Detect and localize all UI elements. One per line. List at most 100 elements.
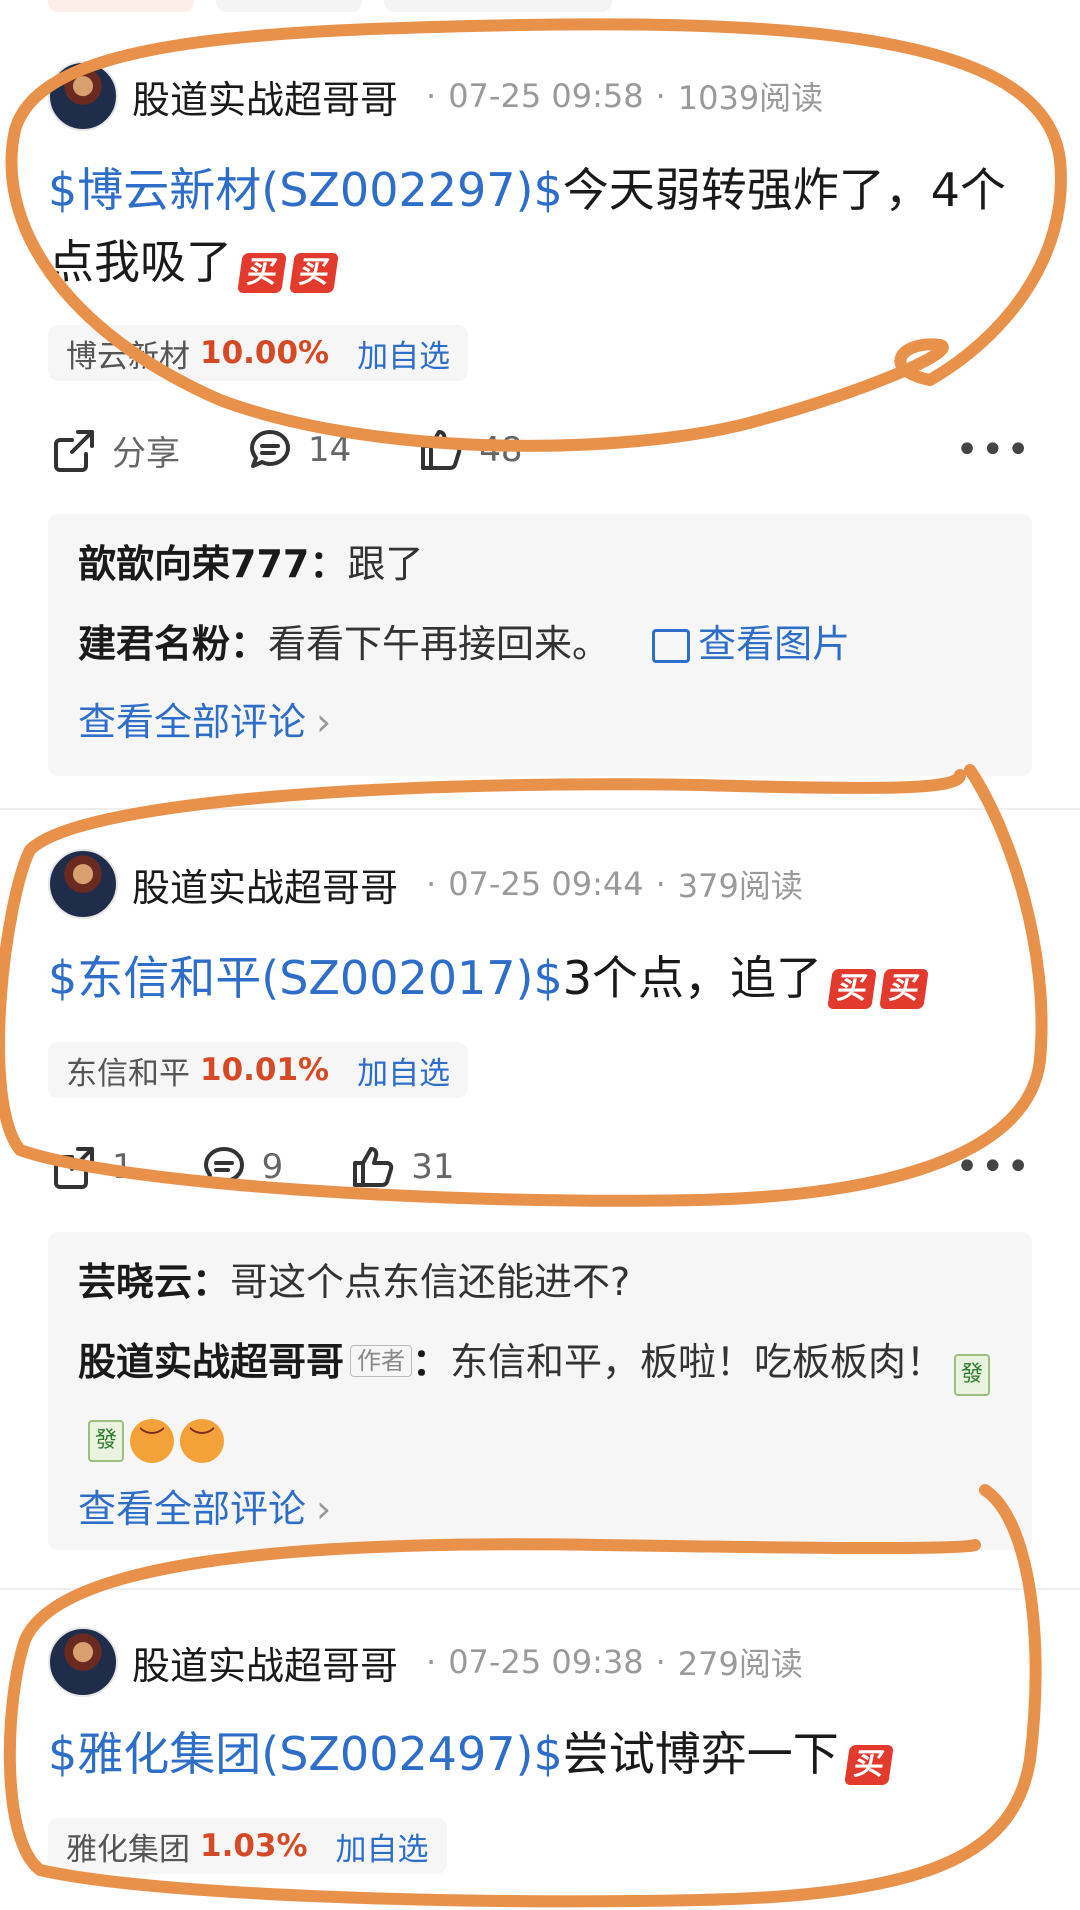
buy-emoji: 买: [843, 1745, 894, 1785]
stock-quote-card[interactable]: 东信和平 10.01% 加自选: [48, 1042, 469, 1098]
laughing-emoji: ︶: [130, 1419, 174, 1463]
post-meta: · 07-25 09:58 · 1039阅读: [414, 73, 823, 119]
post-text[interactable]: $雅化集团(SZ002497)$尝试博弈一下买: [48, 1718, 1028, 1790]
view-image-label: 查看图片: [698, 622, 851, 666]
comment-item[interactable]: 芸晓云：哥这个点东信还能进不?: [78, 1250, 1002, 1314]
comment-button[interactable]: 14: [244, 424, 351, 476]
add-watchlist-button[interactable]: 加自选: [357, 1048, 450, 1093]
comment-item[interactable]: 歆歆向荣777：跟了: [78, 532, 1002, 596]
chevron-right-icon: ›: [316, 700, 332, 744]
post-content: 3个点，追了: [562, 951, 823, 1005]
stock-link[interactable]: $东信和平(SZ002017)$: [48, 951, 563, 1005]
post-header: 股道实战超哥哥 · 07-25 09:38 · 279阅读: [48, 1626, 803, 1698]
filter-chip[interactable]: [384, 0, 612, 12]
like-icon: [421, 430, 462, 470]
quote-change-pct: 1.03%: [200, 1828, 308, 1864]
quote-change-pct: 10.00%: [200, 335, 330, 371]
author-name[interactable]: 股道实战超哥哥: [132, 857, 398, 912]
share-button[interactable]: 1: [48, 1141, 134, 1193]
quote-stock-name: 雅化集团: [66, 1831, 190, 1868]
view-all-comments-link[interactable]: 查看全部评论 ›: [78, 1479, 1002, 1539]
share-label: 分享: [112, 433, 180, 474]
post-text[interactable]: $东信和平(SZ002017)$3个点，追了买买: [48, 942, 1028, 1014]
like-button[interactable]: 31: [347, 1141, 455, 1193]
comment-count: 14: [308, 430, 352, 470]
comment-count: 9: [261, 1147, 284, 1187]
comment-text: 哥这个点东信还能进不?: [230, 1260, 631, 1304]
avatar[interactable]: [48, 849, 118, 919]
fa-tile-emoji: 發: [88, 1420, 124, 1462]
comment-text: 跟了: [347, 542, 424, 586]
comment-icon: [203, 1147, 244, 1185]
buy-emoji: 买: [827, 969, 877, 1009]
comment-separator: ：: [192, 1260, 231, 1304]
author-name[interactable]: 股道实战超哥哥: [132, 1635, 398, 1690]
like-count: 31: [411, 1147, 455, 1187]
add-watchlist-button[interactable]: 加自选: [357, 331, 450, 376]
post-actions: 分享 14 48 •••: [48, 415, 1032, 485]
stock-link[interactable]: $博云新材(SZ002297)$: [48, 163, 563, 217]
post-meta: · 07-25 09:44 · 379阅读: [414, 861, 803, 907]
comment-text: 东信和平，板啦！吃板板肉！: [450, 1340, 945, 1384]
meta-dot: ·: [655, 1643, 666, 1681]
like-icon: [353, 1147, 394, 1187]
stock-link[interactable]: $雅化集团(SZ002497)$: [48, 1727, 563, 1781]
author-name[interactable]: 股道实战超哥哥: [132, 69, 398, 124]
post-time: 07-25 09:58: [448, 77, 644, 115]
fa-tile-emoji: 發: [954, 1354, 991, 1396]
comment-text: 看看下午再接回来。: [268, 622, 611, 666]
share-button[interactable]: 分享: [48, 424, 180, 476]
post-divider: [0, 808, 1080, 810]
meta-dot: ·: [426, 77, 437, 115]
stock-quote-card[interactable]: 雅化集团 1.03% 加自选: [48, 1818, 447, 1874]
quote-stock-name: 博云新材: [66, 338, 190, 375]
like-count: 48: [479, 430, 523, 470]
more-icon[interactable]: •••: [955, 427, 1032, 473]
avatar[interactable]: [48, 1627, 118, 1697]
comment-separator: ：: [412, 1340, 451, 1384]
image-icon: [652, 629, 691, 663]
share-icon: [54, 430, 94, 472]
chevron-right-icon: ›: [316, 1487, 332, 1531]
comment-item[interactable]: 建君名粉：看看下午再接回来。 查看图片: [78, 612, 1002, 676]
quote-change-pct: 10.01%: [200, 1052, 330, 1088]
filter-chip[interactable]: [48, 0, 194, 12]
quote-stock-name: 东信和平: [66, 1055, 190, 1092]
comment-button[interactable]: 9: [198, 1141, 284, 1193]
comment-author[interactable]: 歆歆向荣777: [78, 542, 309, 586]
meta-dot: ·: [655, 77, 666, 115]
avatar[interactable]: [48, 61, 118, 131]
post-time: 07-25 09:44: [448, 865, 644, 903]
comment-separator: ：: [230, 622, 269, 666]
comments-card: 芸晓云：哥这个点东信还能进不? 股道实战超哥哥 作者 ：东信和平，板啦！吃板板肉！發…: [48, 1232, 1032, 1550]
comment-author[interactable]: 芸晓云: [78, 1260, 192, 1304]
post-time: 07-25 09:38: [448, 1643, 644, 1681]
post-header: 股道实战超哥哥 · 07-25 09:58 · 1039阅读: [48, 60, 823, 132]
post-divider: [0, 1588, 1080, 1590]
buy-emoji: 买: [289, 253, 339, 293]
post-text[interactable]: $博云新材(SZ002297)$今天弱转强炸了，4个点我吸了买买: [48, 154, 1028, 298]
comment-author[interactable]: 建君名粉: [78, 622, 230, 666]
comment-icon: [250, 430, 290, 468]
comments-card: 歆歆向荣777：跟了 建君名粉：看看下午再接回来。 查看图片 查看全部评论 ›: [48, 514, 1032, 776]
meta-dot: ·: [655, 865, 666, 903]
author-tag: 作者: [350, 1345, 413, 1377]
add-watchlist-button[interactable]: 加自选: [336, 1824, 429, 1869]
stock-quote-card[interactable]: 博云新材 10.00% 加自选: [48, 325, 469, 381]
meta-dot: ·: [426, 1643, 437, 1681]
more-icon[interactable]: •••: [955, 1144, 1032, 1190]
view-all-comments-label: 查看全部评论: [78, 700, 307, 744]
filter-chip[interactable]: [216, 0, 362, 12]
comment-author[interactable]: 股道实战超哥哥: [78, 1340, 344, 1384]
filter-chips-strip: [0, 0, 1080, 14]
read-count: 279阅读: [677, 1645, 803, 1683]
comment-item[interactable]: 股道实战超哥哥 作者 ：东信和平，板啦！吃板板肉！ 發發 ︶ ︶: [78, 1330, 1002, 1463]
comment-separator: ：: [309, 542, 348, 586]
post-content: 尝试博弈一下: [562, 1727, 839, 1781]
like-button[interactable]: 48: [415, 424, 523, 476]
view-all-comments-link[interactable]: 查看全部评论 ›: [78, 692, 1002, 752]
post-header: 股道实战超哥哥 · 07-25 09:44 · 379阅读: [48, 848, 803, 920]
post-actions: 1 9 31 •••: [48, 1132, 1032, 1202]
view-image-link[interactable]: 查看图片: [652, 622, 850, 666]
buy-emoji: 买: [879, 969, 929, 1009]
